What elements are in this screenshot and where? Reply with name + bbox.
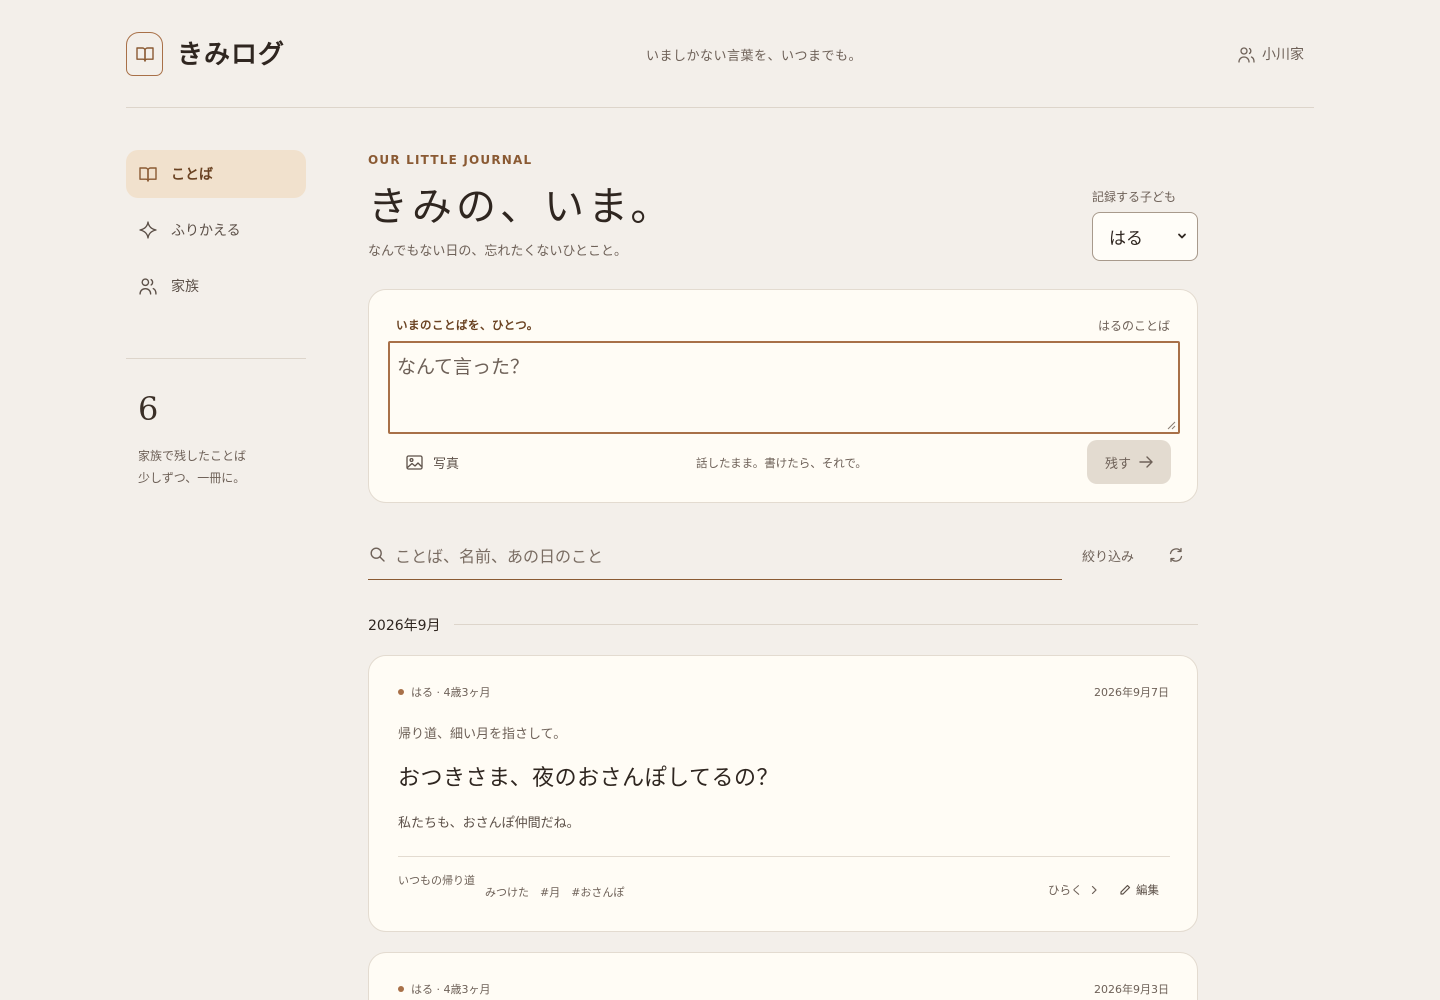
- compose-owner: はるのことば: [1097, 319, 1170, 333]
- refresh-icon: [1169, 547, 1183, 563]
- chevron-right-icon: [1091, 885, 1097, 895]
- word-count-sub: 少しずつ、一冊に。: [138, 471, 246, 485]
- search-icon: [370, 547, 385, 562]
- entry-tag[interactable]: #おさんぽ: [571, 884, 624, 900]
- sidebar-item-kotoba[interactable]: ことば: [126, 150, 306, 198]
- entry-child: はる · 4歳3ヶ月: [411, 983, 491, 996]
- compose-hint: 話したまま。書けたら、それで。: [696, 456, 867, 470]
- page-title: きみの、いま。: [368, 184, 675, 230]
- sidebar-divider: [126, 358, 306, 359]
- page-subtitle: なんでもない日の、忘れたくないひとこと。: [368, 244, 627, 259]
- entry-card[interactable]: はる · 4歳3ヶ月 2026年9月3日: [368, 952, 1198, 1000]
- entry-date: 2026年9月3日: [1094, 983, 1169, 996]
- compose-card: いまのことばを、ひとつ。 はるのことば なんて言った？ 写真 話したまま。書けた…: [368, 289, 1198, 503]
- child-dot-icon: [398, 986, 404, 992]
- child-dot-icon: [398, 689, 404, 695]
- add-photo-label: 写真: [433, 457, 460, 472]
- child-select-value: はる: [1109, 229, 1143, 249]
- open-entry-button[interactable]: ひらく: [1048, 882, 1098, 898]
- user-name: 小川家: [1262, 47, 1304, 63]
- textarea-placeholder: なんて言った？: [397, 356, 530, 378]
- family-icon: [139, 278, 157, 295]
- child-select-label: 記録する子ども: [1092, 190, 1177, 204]
- word-count: 6: [138, 390, 159, 428]
- month-divider: [454, 624, 1198, 625]
- save-button-label: 残す: [1104, 456, 1131, 472]
- entry-tags: みつけた #月 #おさんぽ: [485, 884, 624, 900]
- search-field[interactable]: ことば、名前、あの日のこと: [368, 530, 1062, 580]
- entry-tag[interactable]: みつけた: [485, 884, 529, 900]
- word-count-label: 家族で残したことば: [138, 449, 247, 463]
- user-menu[interactable]: 小川家: [1238, 44, 1304, 64]
- sparkle-icon: [139, 221, 157, 239]
- family-icon: [1238, 46, 1255, 63]
- entry-context: 帰り道、細い月を指さして。: [398, 727, 567, 742]
- entry-place: いつもの帰り道: [398, 874, 475, 887]
- page-eyebrow: OUR LITTLE JOURNAL: [368, 153, 533, 167]
- entry-reply: 私たちも、おさんぽ仲間だね。: [398, 816, 580, 831]
- entry-meta: はる · 4歳3ヶ月: [398, 981, 491, 997]
- pencil-icon: [1120, 884, 1131, 895]
- entry-child: はる · 4歳3ヶ月: [411, 686, 491, 699]
- app-tagline: いましかない言葉を、いつまでも。: [645, 49, 862, 64]
- refresh-button[interactable]: [1168, 547, 1184, 563]
- filter-button[interactable]: 絞り込み: [1082, 546, 1134, 565]
- entry-quote: おつきさま、夜のおさんぽしてるの？: [398, 766, 779, 791]
- edit-entry-button[interactable]: 編集: [1119, 882, 1159, 898]
- entry-date: 2026年9月7日: [1094, 686, 1169, 699]
- chevron-down-icon: [1178, 233, 1186, 239]
- sidebar-item-label: 家族: [171, 279, 199, 295]
- app-header: きみログ いましかない言葉を、いつまでも。 小川家: [126, 0, 1314, 108]
- entry-card[interactable]: はる · 4歳3ヶ月 2026年9月7日 帰り道、細い月を指さして。 おつきさま…: [368, 655, 1198, 932]
- save-button[interactable]: 残す: [1087, 440, 1171, 484]
- sidebar-item-furikaeru[interactable]: ふりかえる: [126, 206, 306, 254]
- sidebar-item-label: ことば: [171, 167, 213, 183]
- word-textarea[interactable]: なんて言った？: [388, 341, 1180, 434]
- image-icon: [406, 455, 423, 470]
- month-heading: 2026年9月: [368, 618, 441, 634]
- entry-meta: はる · 4歳3ヶ月: [398, 684, 491, 700]
- open-entry-label: ひらく: [1048, 883, 1083, 897]
- resize-grip-icon[interactable]: [1167, 421, 1176, 430]
- book-icon: [139, 167, 157, 182]
- sidebar-item-label: ふりかえる: [171, 223, 241, 239]
- add-photo-button[interactable]: 写真: [406, 453, 459, 472]
- compose-label: いまのことばを、ひとつ。: [396, 318, 539, 332]
- arrow-right-icon: [1139, 456, 1153, 468]
- edit-entry-label: 編集: [1136, 883, 1159, 897]
- entry-divider: [398, 856, 1170, 857]
- search-input[interactable]: ことば、名前、あの日のこと: [395, 543, 603, 567]
- child-select[interactable]: はる: [1092, 212, 1198, 261]
- entry-tag[interactable]: #月: [540, 884, 560, 900]
- sidebar-item-family[interactable]: 家族: [126, 262, 306, 310]
